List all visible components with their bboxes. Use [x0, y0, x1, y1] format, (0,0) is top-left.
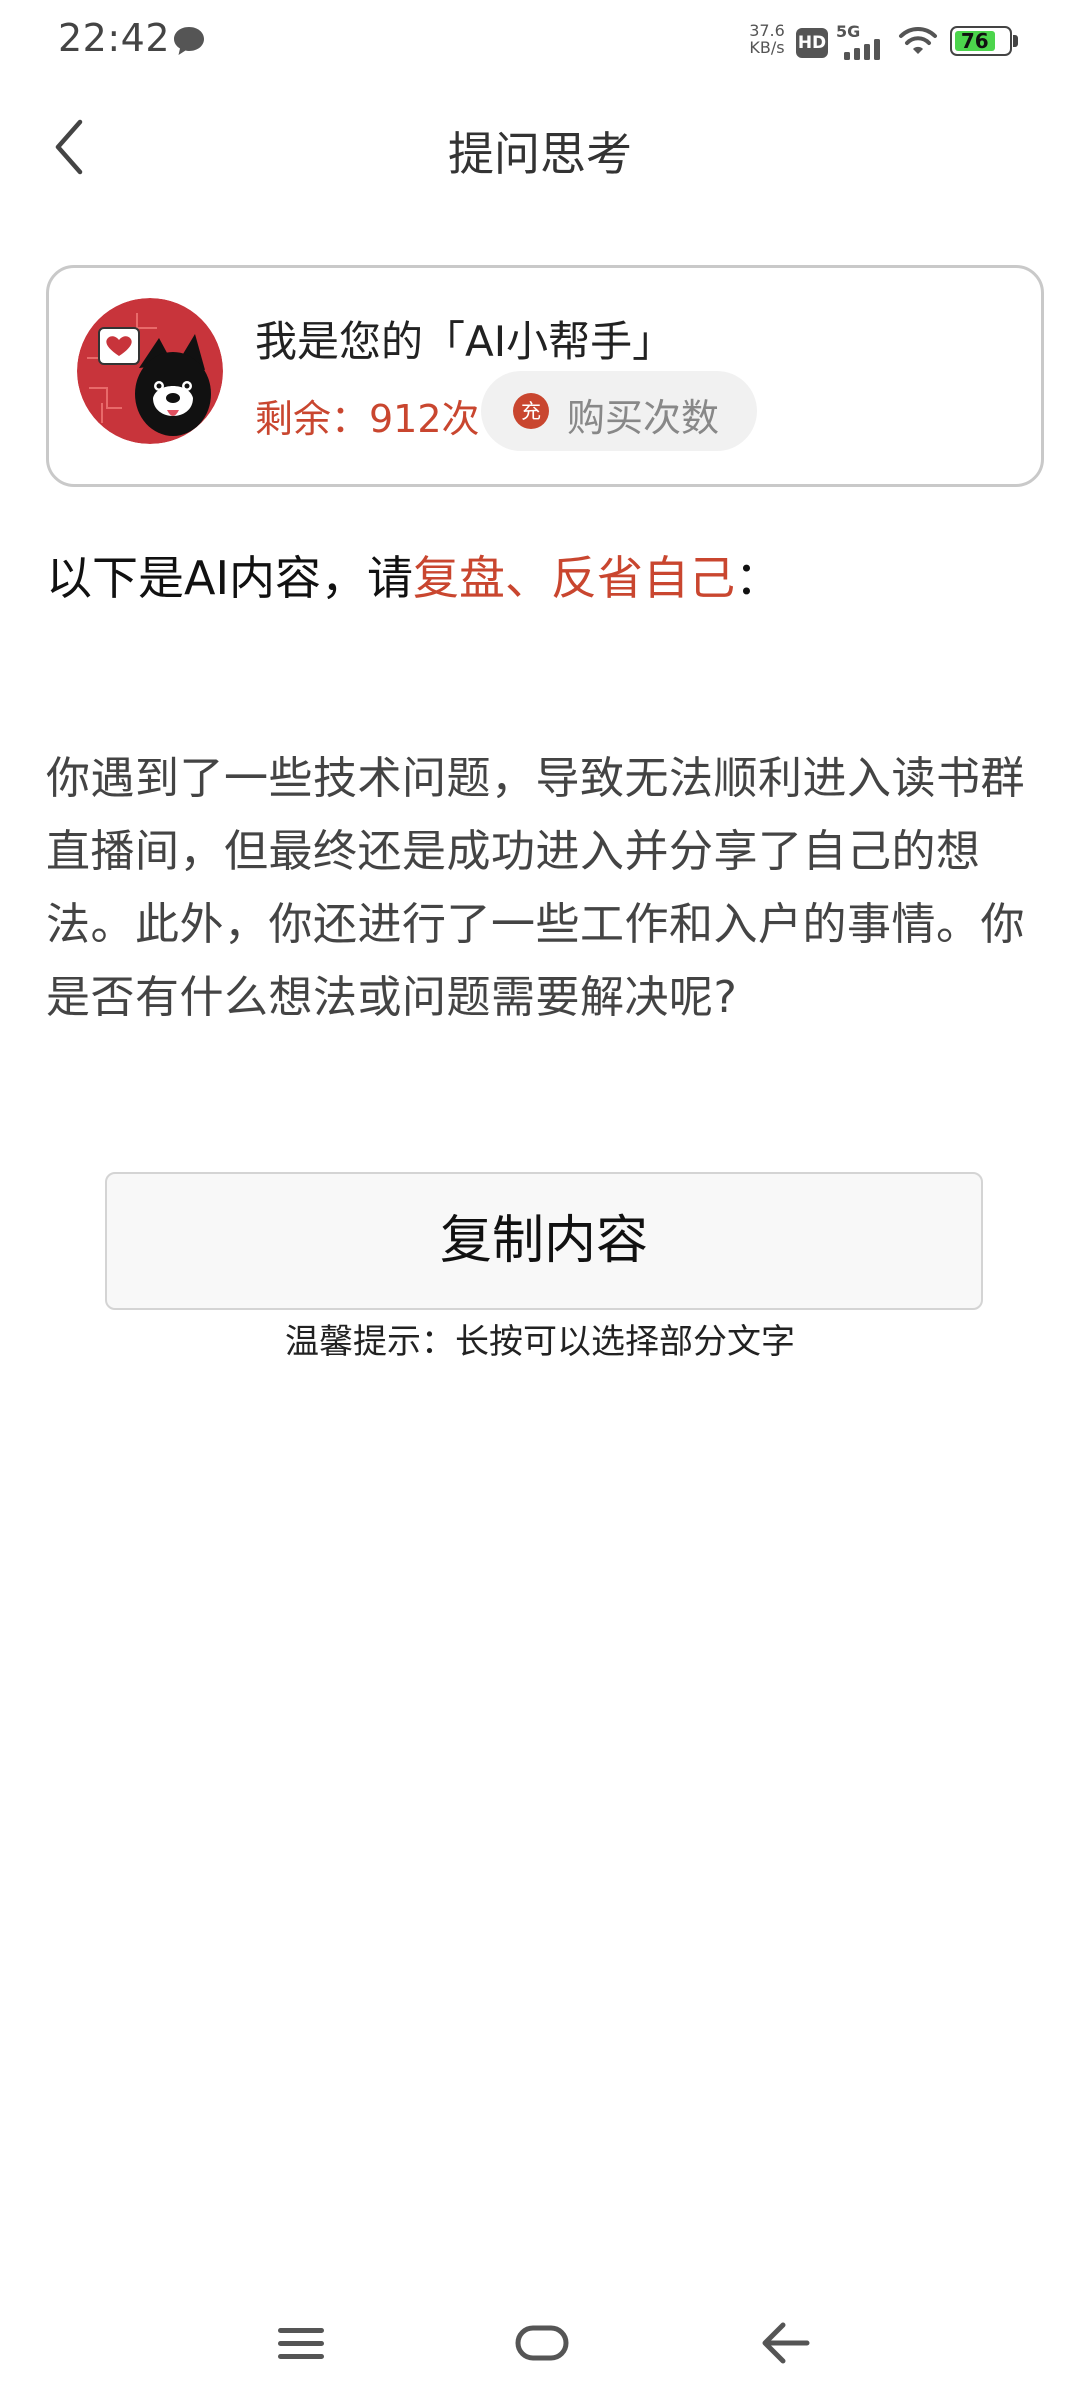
menu-icon[interactable] — [275, 2322, 327, 2366]
intro-line: 以下是AI内容，请复盘、反省自己： — [46, 542, 781, 608]
hd-badge: HD — [796, 28, 828, 58]
back-arrow-icon[interactable] — [757, 2318, 813, 2368]
long-press-tip: 温馨提示：长按可以选择部分文字 — [285, 1322, 795, 1362]
buy-count-button[interactable]: 充 购买次数 — [481, 371, 757, 451]
home-icon[interactable] — [514, 2320, 570, 2364]
dog-heart-avatar-icon — [77, 298, 223, 444]
network-speed-value: 37.6 — [749, 21, 785, 40]
page-title: 提问思考 — [448, 127, 632, 181]
network-speed: 37.6 KB/s — [744, 22, 790, 56]
intro-prefix: 以下是AI内容，请 — [46, 551, 414, 605]
charge-icon: 充 — [513, 393, 549, 429]
ai-content-text[interactable]: 你遇到了一些技术问题，导致无法顺利进入读书群直播间，但最终还是成功进入并分享了自… — [46, 742, 1026, 1034]
battery-indicator: 76 — [950, 26, 1020, 58]
battery-cap — [1013, 35, 1018, 47]
assistant-name: 我是您的「AI小帮手」 — [255, 317, 675, 366]
buy-count-label: 购买次数 — [567, 396, 720, 440]
assistant-card: 我是您的「AI小帮手」 剩余：912次 充 购买次数 — [46, 265, 1044, 487]
message-bubble-icon — [174, 27, 204, 55]
intro-highlight: 复盘、反省自己 — [413, 551, 736, 605]
cellular-signal: 5G — [836, 22, 888, 60]
battery-body: 76 — [950, 26, 1012, 56]
status-bar: 22:42 37.6 KB/s HD 5G 76 — [0, 0, 1080, 80]
intro-suffix: ： — [735, 551, 782, 605]
wifi-icon — [899, 26, 937, 54]
network-speed-unit: KB/s — [749, 38, 785, 57]
copy-content-button[interactable]: 复制内容 — [105, 1172, 983, 1310]
battery-level: 76 — [955, 31, 995, 51]
signal-bars-icon — [844, 39, 880, 60]
remaining-count: 剩余：912次 — [255, 397, 480, 441]
status-time: 22:42 — [58, 16, 171, 60]
